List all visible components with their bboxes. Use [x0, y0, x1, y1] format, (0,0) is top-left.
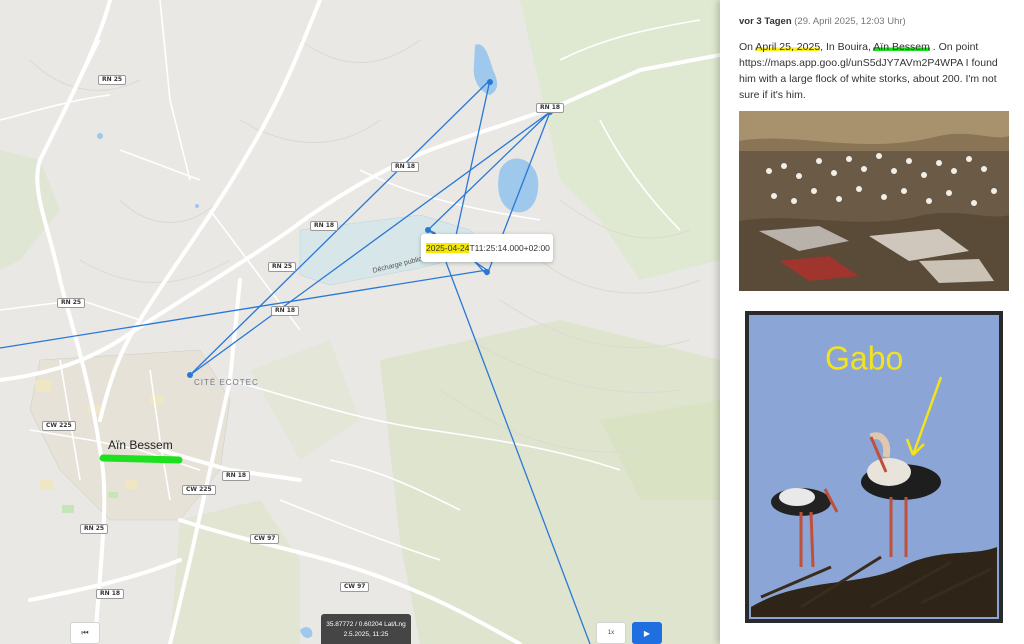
map-view[interactable]: RN 25 RN 18 RN 18 RN 18 RN 25 RN 25 RN 1… [0, 0, 720, 644]
road-label: RN 18 [271, 306, 300, 316]
coordinate-datetime: 2.5.2025, 11:25 [343, 631, 389, 638]
road-label: RN 25 [80, 524, 109, 534]
tooltip-date: 2025-04-24 [426, 243, 470, 253]
road-label: CW 225 [182, 485, 216, 495]
road-label: CW 97 [340, 582, 370, 592]
road-label: RN 25 [57, 298, 86, 308]
road-label: RN 18 [96, 589, 125, 599]
post-date: (29. April 2025, 12:03 Uhr) [794, 16, 906, 27]
coordinate-readout: 35.87772 / 0.60204 Lat/Lng 2.5.2025, 11:… [321, 614, 411, 644]
map-base [0, 0, 720, 644]
play-button[interactable]: ▶ [632, 622, 662, 644]
tooltip-time: T11:25:14.000+02:00 [469, 243, 550, 253]
road-label: CW 97 [250, 534, 280, 544]
post-text-part: , In Bouira, [820, 41, 874, 53]
post-text: On April 25, 2025, In Bouira, Aïn Bessem… [739, 39, 1011, 103]
skip-back-button[interactable]: ⏮ [70, 622, 100, 644]
city-highlight-mark [99, 454, 183, 464]
coordinate-latlng: 35.87772 / 0.60204 Lat/Lng [326, 621, 406, 628]
track-point-tooltip: 2025-04-24 T11:25:14.000+02:00 [421, 234, 553, 262]
post-text-part: On [739, 41, 756, 53]
road-label: RN 18 [536, 103, 565, 113]
place-label: CITÉ ECOTEC [194, 378, 259, 387]
terrain [0, 0, 720, 644]
road-label: RN 18 [391, 162, 420, 172]
post-highlight-date: April 25, 2025 [755, 41, 821, 53]
post-meta: vor 3 Tagen (29. April 2025, 12:03 Uhr) [739, 16, 906, 27]
road-label: RN 25 [268, 262, 297, 272]
post-relative-time: vor 3 Tagen [739, 16, 792, 27]
playback-speed-button[interactable]: 1x [596, 622, 626, 644]
road-label: CW 225 [42, 421, 76, 431]
city-label: Aïn Bessem [108, 438, 173, 452]
road-label: RN 25 [98, 75, 127, 85]
post-highlight-place: Aïn Bessem [873, 41, 930, 53]
stork-flock-photo[interactable] [739, 111, 1009, 291]
photo-annotation: Gabo [825, 339, 904, 377]
road-label: RN 18 [222, 471, 251, 481]
road-label: RN 18 [310, 221, 339, 231]
comment-panel: vor 3 Tagen (29. April 2025, 12:03 Uhr) … [720, 0, 1024, 644]
